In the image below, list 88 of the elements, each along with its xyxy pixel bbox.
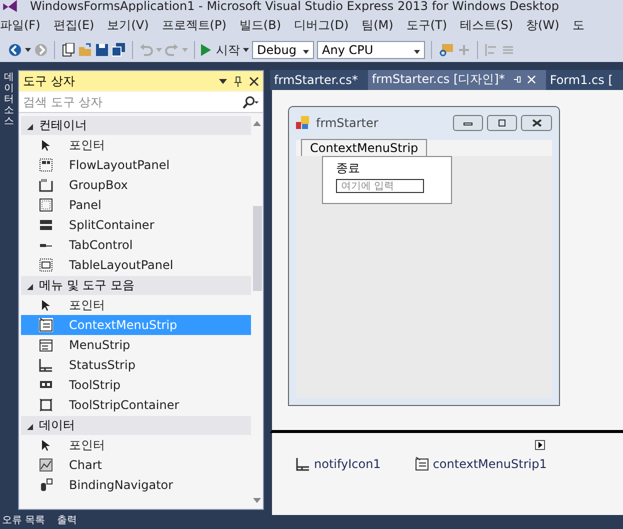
toolbox-item[interactable]: StatusStrip	[21, 355, 251, 375]
dropdown-icon[interactable]	[25, 48, 31, 52]
menu-item[interactable]: 보기(V)	[107, 16, 162, 34]
toolbox-item[interactable]: SplitContainer	[21, 215, 251, 235]
window-title: WindowsFormsApplication1 - Microsoft Visual Studio Express 2013 for Windows Desktop	[30, 0, 559, 12]
panel-tab[interactable]: 오류 목록	[2, 515, 46, 527]
search-input[interactable]: 검색 도구 상자	[19, 95, 241, 109]
triangle-icon	[27, 424, 33, 430]
menu-item[interactable]: 창(W)	[526, 16, 572, 34]
toolbox-item[interactable]: TableLayoutPanel	[21, 255, 251, 275]
back-icon[interactable]	[8, 43, 22, 57]
menu-strip-tab[interactable]: ContextMenuStrip	[301, 138, 428, 156]
smart-tag-button[interactable]	[535, 440, 545, 450]
control-icon	[39, 458, 53, 472]
close-icon	[530, 119, 542, 128]
menu-item[interactable]: 테스트(S)	[460, 16, 526, 34]
control-icon	[39, 178, 53, 192]
component-item[interactable]: notifyIcon1	[296, 457, 381, 472]
search-icon[interactable]	[241, 96, 259, 108]
dropdown-icon[interactable]	[243, 48, 249, 52]
toolbox-item[interactable]: Panel	[21, 195, 251, 215]
save-all-icon[interactable]	[112, 43, 126, 57]
toolbox-item[interactable]: 포인터	[21, 295, 251, 315]
menu-item[interactable]: 도	[572, 16, 598, 34]
minimize-button[interactable]	[453, 115, 483, 132]
scroll-down-icon[interactable]	[253, 498, 261, 503]
menu-item[interactable]: 도구(T)	[406, 16, 460, 34]
document-tab[interactable]: Form1.cs [	[546, 70, 623, 90]
menu-item[interactable]: 빌드(B)	[239, 16, 294, 34]
close-icon[interactable]	[249, 76, 259, 86]
menu-item[interactable]: 종료	[336, 160, 451, 178]
toolbox-item[interactable]: 포인터	[21, 435, 251, 455]
play-icon	[201, 44, 211, 56]
toolbox-item[interactable]: Chart	[21, 455, 251, 475]
toolbox-item[interactable]: TabControl	[21, 235, 251, 255]
menu-item[interactable]: 디버그(D)	[294, 16, 362, 34]
close-button[interactable]	[521, 115, 552, 132]
category-header[interactable]: 데이터	[21, 416, 251, 435]
open-folder-icon[interactable]	[78, 43, 92, 57]
toolbox-item[interactable]: MenuStrip	[21, 335, 251, 355]
dropdown-icon[interactable]	[219, 78, 227, 84]
toolbox-item[interactable]: 포인터	[21, 135, 251, 155]
control-icon	[39, 398, 53, 412]
new-item-field[interactable]: 여기에 입력	[336, 179, 424, 194]
component-item[interactable]: contextMenuStrip1	[414, 457, 547, 472]
save-icon[interactable]	[95, 43, 109, 57]
component-icon	[296, 457, 310, 472]
menu-item[interactable]: 편집(E)	[53, 16, 108, 34]
dropdown-field[interactable]: Any CPU	[317, 41, 425, 59]
triangle-icon	[27, 284, 33, 290]
form-icon	[296, 116, 310, 130]
menu-item[interactable]: 파일(F)	[0, 16, 54, 34]
control-icon	[39, 218, 53, 232]
side-tab[interactable]: 데이터 소스	[4, 70, 14, 515]
triangle-icon	[27, 124, 33, 130]
toolbox-item[interactable]: ToolStripContainer	[21, 395, 251, 415]
menu-item[interactable]: 팀(M)	[362, 16, 406, 34]
form-title: frmStarter	[316, 116, 378, 130]
maximize-button[interactable]	[487, 115, 517, 132]
control-icon	[39, 358, 53, 372]
component-icon	[414, 457, 429, 472]
toolbox-item[interactable]: BindingNavigator	[21, 475, 251, 495]
caret-icon	[303, 50, 309, 54]
toolbox-item[interactable]: GroupBox	[21, 175, 251, 195]
scroll-thumb[interactable]	[252, 206, 262, 291]
maximize-icon	[496, 119, 508, 128]
control-icon	[39, 158, 53, 172]
pin-icon[interactable]	[233, 76, 243, 86]
control-icon	[39, 198, 53, 212]
control-icon	[39, 478, 53, 492]
menu-item[interactable]: 프로젝트(P)	[162, 16, 240, 34]
form-window[interactable]: frmStarter ContextMenuStrip 종료 여기에 입력	[288, 106, 560, 406]
control-icon	[39, 318, 53, 332]
search-field[interactable]: 검색 도구 상자	[19, 92, 263, 113]
triangle-icon	[536, 441, 544, 450]
toolbox-item[interactable]: FlowLayoutPanel	[21, 155, 251, 175]
toolbox-item[interactable]: ToolStrip	[21, 375, 251, 395]
document-tab[interactable]: frmStarter.cs*	[270, 70, 368, 90]
category-header[interactable]: 컨테이너	[21, 116, 251, 135]
panel-tab[interactable]: 출력	[57, 515, 78, 527]
category-header[interactable]: 메뉴 및 도구 모음	[21, 276, 251, 295]
control-icon	[39, 258, 53, 272]
start-button[interactable]: 시작	[201, 42, 240, 58]
caret-icon	[414, 50, 420, 54]
panel-title: 도구 상자	[23, 72, 75, 90]
control-icon	[39, 338, 53, 352]
scroll-up-icon[interactable]	[253, 121, 261, 126]
dropdown-field[interactable]: Debug	[252, 41, 314, 59]
